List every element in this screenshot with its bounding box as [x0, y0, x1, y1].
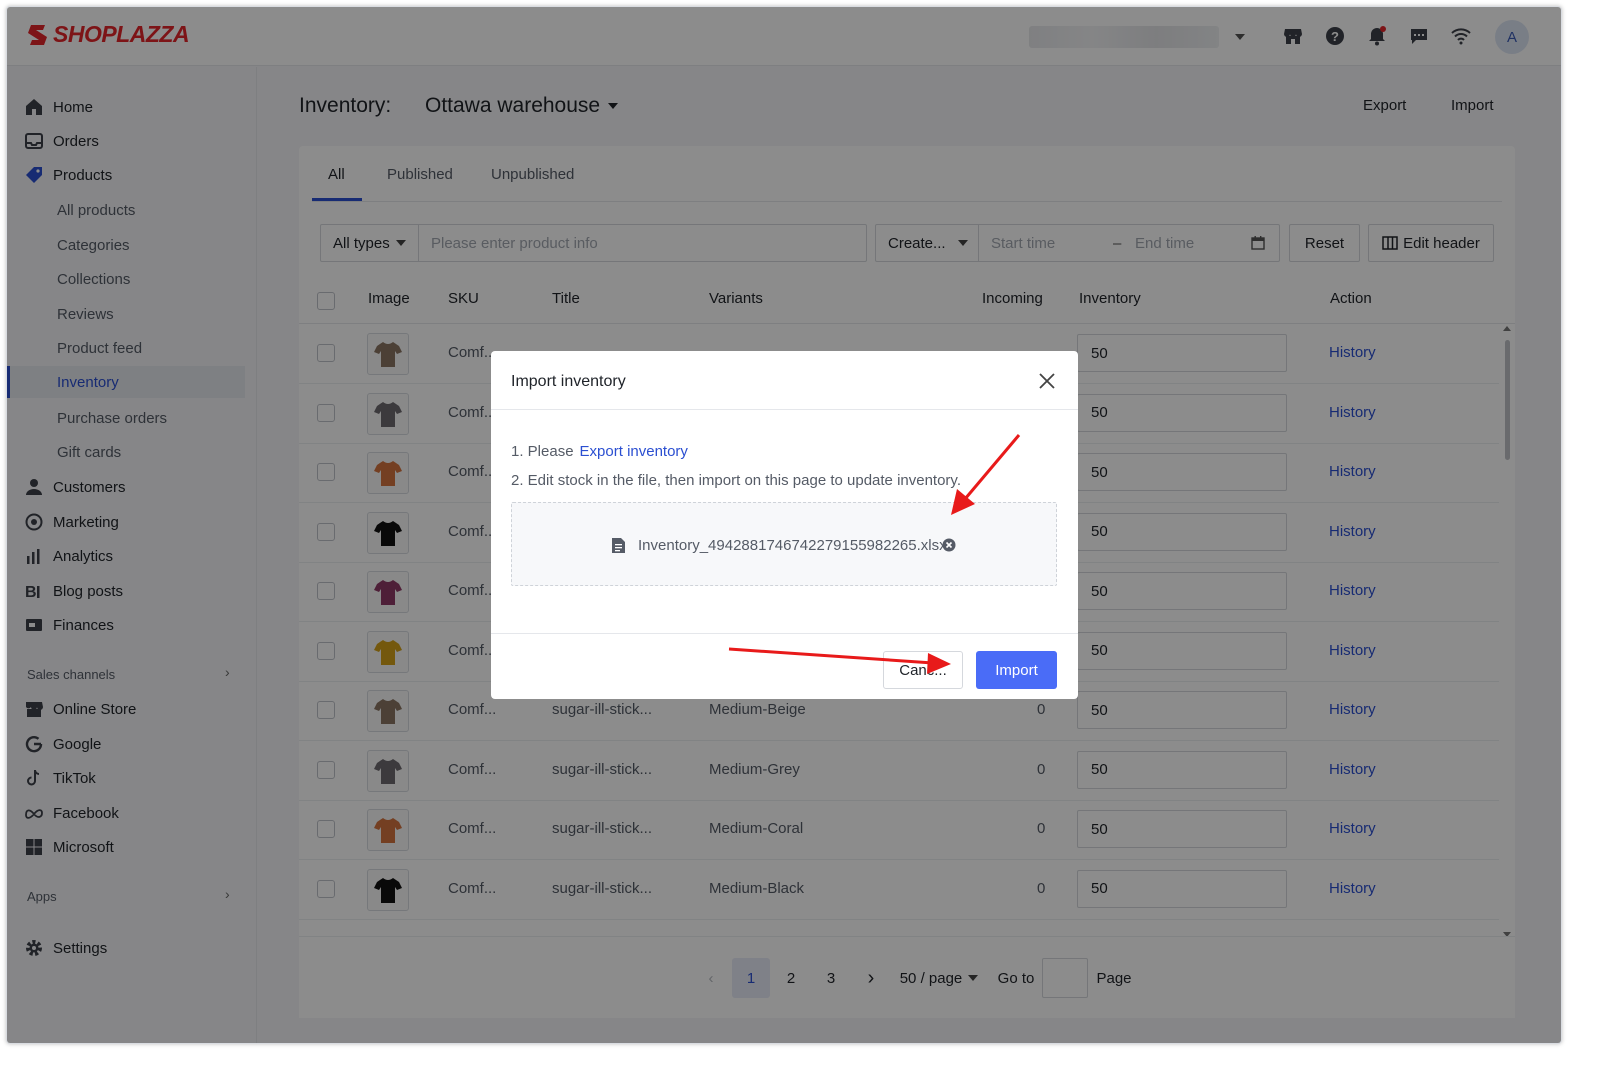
step-1-text: 1. Please Export inventory [511, 443, 688, 460]
dialog-divider [491, 633, 1078, 634]
dialog-title: Import inventory [511, 373, 626, 390]
uploaded-file-name: Inventory_4942881746742279155982265.xlsx [638, 537, 947, 554]
step-1-prefix: 1. Please [511, 443, 574, 460]
dialog-divider [491, 409, 1078, 410]
file-upload-dropzone[interactable]: Inventory_4942881746742279155982265.xlsx [511, 502, 1057, 586]
confirm-import-button[interactable]: Import [976, 651, 1057, 689]
cancel-button[interactable]: Canc... [883, 651, 963, 689]
export-inventory-link[interactable]: Export inventory [580, 443, 688, 460]
remove-file-icon[interactable] [942, 538, 956, 552]
file-icon [612, 538, 625, 553]
step-2-text: 2. Edit stock in the file, then import o… [511, 472, 961, 489]
import-inventory-dialog: Import inventory 1. Please Export invento… [491, 351, 1078, 699]
app-window: SHOPLAZZA ? A Home Orders Products All p… [6, 6, 1562, 1044]
close-icon[interactable] [1037, 371, 1057, 391]
